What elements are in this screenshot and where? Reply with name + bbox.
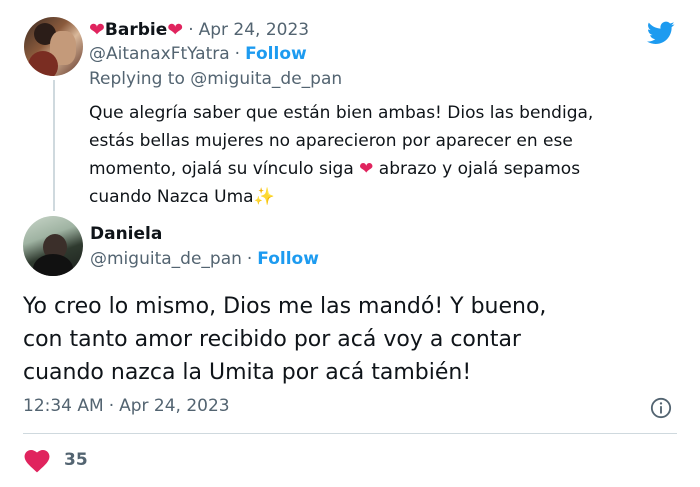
tweet1-text-segment: cuando Nazca Uma [89, 187, 254, 207]
twitter-bird-icon[interactable] [645, 19, 677, 47]
tweet2-line: Yo creo lo mismo, Dios me las mandó! Y b… [23, 294, 547, 319]
heart-icon[interactable] [24, 449, 50, 473]
like-count: 35 [64, 450, 88, 470]
tweet1-text-segment: abrazo y ojalá sepamos [373, 159, 581, 179]
tweet1-body: Que alegría saber que están bien ambas! … [89, 99, 679, 211]
tweet1-handle-row: @AitanaxFtYatra · Follow [89, 44, 307, 64]
separator-dot: · [108, 396, 115, 416]
tweet1-header: ❤ Barbie ❤ · Apr 24, 2023 [89, 18, 309, 42]
handle-aitanaxftyatra[interactable]: @AitanaxFtYatra [89, 44, 230, 64]
tweet2-body: Yo creo lo mismo, Dios me las mandó! Y b… [23, 290, 683, 389]
tweet1-line: Que alegría saber que están bien ambas! … [89, 103, 594, 123]
separator-dot: · [188, 20, 194, 40]
sparkles-emoji: ✨ [253, 187, 275, 207]
separator-dot: · [234, 44, 241, 64]
tweet1-date[interactable]: Apr 24, 2023 [199, 20, 310, 40]
tweet2-time: 12:34 AM [23, 396, 104, 416]
tweet2-handle-row: @miguita_de_pan · Follow [90, 249, 319, 269]
tweet1-line: momento, ojalá su vínculo siga ❤ abrazo … [89, 155, 679, 183]
replying-to-text[interactable]: Replying to @miguita_de_pan [89, 69, 342, 89]
tweet1-line: cuando Nazca Uma✨ [89, 183, 679, 211]
tweet1-text-segment: momento, ojalá su vínculo siga [89, 159, 360, 179]
handle-miguita-de-pan[interactable]: @miguita_de_pan [90, 249, 242, 269]
red-heart-emoji: ❤ [167, 18, 184, 41]
separator-dot: · [246, 249, 253, 269]
red-heart-emoji: ❤ [89, 18, 105, 41]
red-heart-emoji: ❤ [359, 159, 374, 179]
display-name-barbie[interactable]: Barbie [105, 20, 167, 40]
follow-button[interactable]: Follow [257, 249, 319, 269]
divider [23, 433, 677, 434]
avatar-barbie[interactable] [24, 17, 83, 76]
display-name-daniela[interactable]: Daniela [90, 224, 162, 244]
avatar-daniela[interactable] [23, 216, 83, 276]
tweet2-line: cuando nazca la Umita por acá también! [23, 360, 472, 385]
follow-button[interactable]: Follow [245, 44, 307, 64]
tweet2-date: Apr 24, 2023 [119, 396, 230, 416]
tweet2-line: con tanto amor recibido por acá voy a co… [23, 327, 521, 352]
info-icon[interactable] [650, 397, 672, 419]
tweet2-timestamp[interactable]: 12:34 AM · Apr 24, 2023 [23, 396, 230, 416]
thread-connector-line [53, 80, 55, 211]
tweet1-line: estás bellas mujeres no aparecieron por … [89, 131, 573, 151]
